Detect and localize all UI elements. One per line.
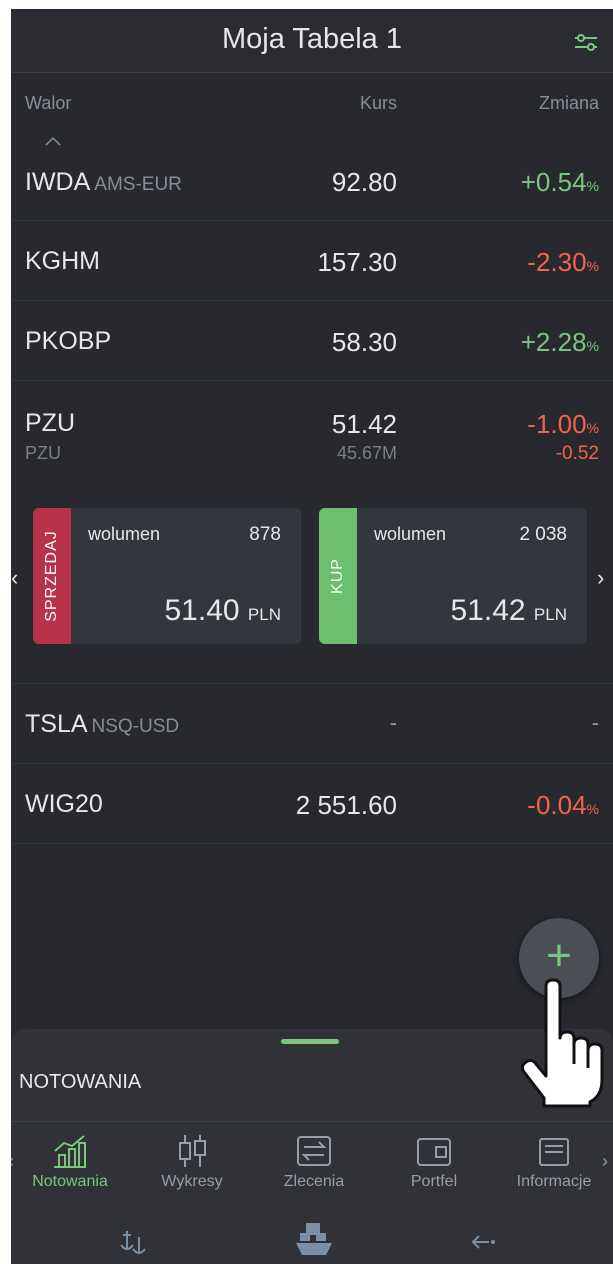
symbol: IWDA AMS-EUR — [25, 168, 182, 196]
divider — [11, 1121, 613, 1122]
page-title: Moja Tabela 1 — [221, 23, 403, 55]
sheet-title: NOTOWANIA — [19, 1071, 142, 1093]
change: -1.00% — [527, 409, 599, 439]
nav-label: Portfel — [410, 1173, 458, 1190]
candlestick-icon — [179, 1135, 206, 1167]
buy-card[interactable]: KUP wolumen 2 038 51.42 PLN — [319, 508, 587, 644]
buy-volume-label: wolumen — [374, 524, 447, 544]
title-bar: Moja Tabela 1 — [11, 9, 613, 73]
table-row[interactable]: KGHM 157.30 -2.30% — [11, 221, 613, 301]
buy-tab[interactable]: KUP — [319, 508, 357, 644]
price: 92.80 — [331, 167, 397, 197]
price: - — [389, 710, 397, 735]
buy-price: 51.42 PLN — [450, 594, 568, 627]
nav-label: Wykresy — [161, 1173, 223, 1190]
nav-wykresy[interactable]: Wykresy — [139, 1133, 245, 1191]
drag-handle[interactable] — [281, 1039, 339, 1044]
sell-card[interactable]: SPRZEDAJ wolumen 878 51.40 PLN — [33, 508, 301, 644]
change: +2.28% — [520, 327, 599, 357]
exchange: NSQ-USD — [91, 716, 180, 737]
change: -0.04% — [527, 790, 599, 820]
sliders-icon[interactable] — [573, 31, 599, 53]
table-row[interactable]: TSLA NSQ-USD - - — [11, 684, 613, 764]
price: 51.42 — [331, 409, 397, 439]
change: +0.54% — [520, 167, 599, 197]
buy-volume: 2 038 — [519, 524, 567, 545]
plus-icon: + — [546, 931, 572, 980]
wallet-icon — [417, 1138, 451, 1166]
nav-label: Zlecenia — [283, 1173, 345, 1190]
bottom-bar — [11, 1219, 613, 1264]
symbol: WIG20 — [25, 790, 103, 818]
back-arrow-icon[interactable] — [469, 1227, 499, 1257]
nav-zlecenia[interactable]: Zlecenia — [261, 1133, 367, 1191]
chevron-right-icon[interactable]: › — [602, 1151, 608, 1172]
sell-tab[interactable]: SPRZEDAJ — [33, 508, 71, 644]
sell-volume-label: wolumen — [88, 524, 161, 544]
nav-informacje[interactable]: Informacje — [501, 1133, 607, 1191]
table-row[interactable]: WIG20 2 551.60 -0.04% — [11, 764, 613, 844]
change: - — [591, 710, 599, 735]
column-header-walor[interactable]: Walor — [25, 93, 71, 114]
exchange-icon — [297, 1136, 331, 1166]
company-name: PZU — [25, 443, 61, 463]
chart-up-icon — [54, 1135, 86, 1168]
symbol: KGHM — [25, 247, 100, 275]
exchange: AMS-EUR — [94, 174, 182, 195]
column-header-zmiana[interactable]: Zmiana — [539, 93, 599, 114]
table-row[interactable]: PKOBP 58.30 +2.28% — [11, 301, 613, 381]
nav-label: Notowania — [32, 1173, 108, 1190]
ship-icon[interactable] — [294, 1221, 334, 1257]
symbol: TSLA NSQ-USD — [25, 710, 180, 738]
price: 157.30 — [317, 247, 397, 277]
chevron-left-icon[interactable]: ‹ — [11, 1151, 14, 1172]
price: 58.30 — [331, 327, 397, 357]
pointing-hand-icon — [520, 978, 604, 1108]
symbol: PZU — [25, 409, 75, 437]
symbol: PKOBP — [25, 327, 112, 355]
price: 2 551.60 — [295, 790, 397, 820]
sell-price: 51.40 PLN — [164, 594, 282, 627]
volume: 45.67M — [336, 443, 397, 463]
change: -2.30% — [527, 247, 599, 277]
sell-volume: 878 — [249, 524, 281, 545]
chevron-right-icon[interactable]: › — [597, 565, 604, 591]
nav-label: Informacje — [516, 1173, 592, 1190]
anchor-icon[interactable] — [117, 1227, 147, 1257]
change-absolute: -0.52 — [555, 443, 599, 464]
nav-notowania[interactable]: Notowania — [17, 1133, 123, 1191]
chevron-left-icon[interactable]: ‹ — [11, 565, 18, 591]
nav-portfel[interactable]: Portfel — [381, 1133, 487, 1191]
table-row[interactable]: IWDA AMS-EUR 92.80 +0.54% — [11, 143, 613, 221]
news-icon — [539, 1138, 569, 1166]
column-header-kurs[interactable]: Kurs — [360, 93, 397, 114]
